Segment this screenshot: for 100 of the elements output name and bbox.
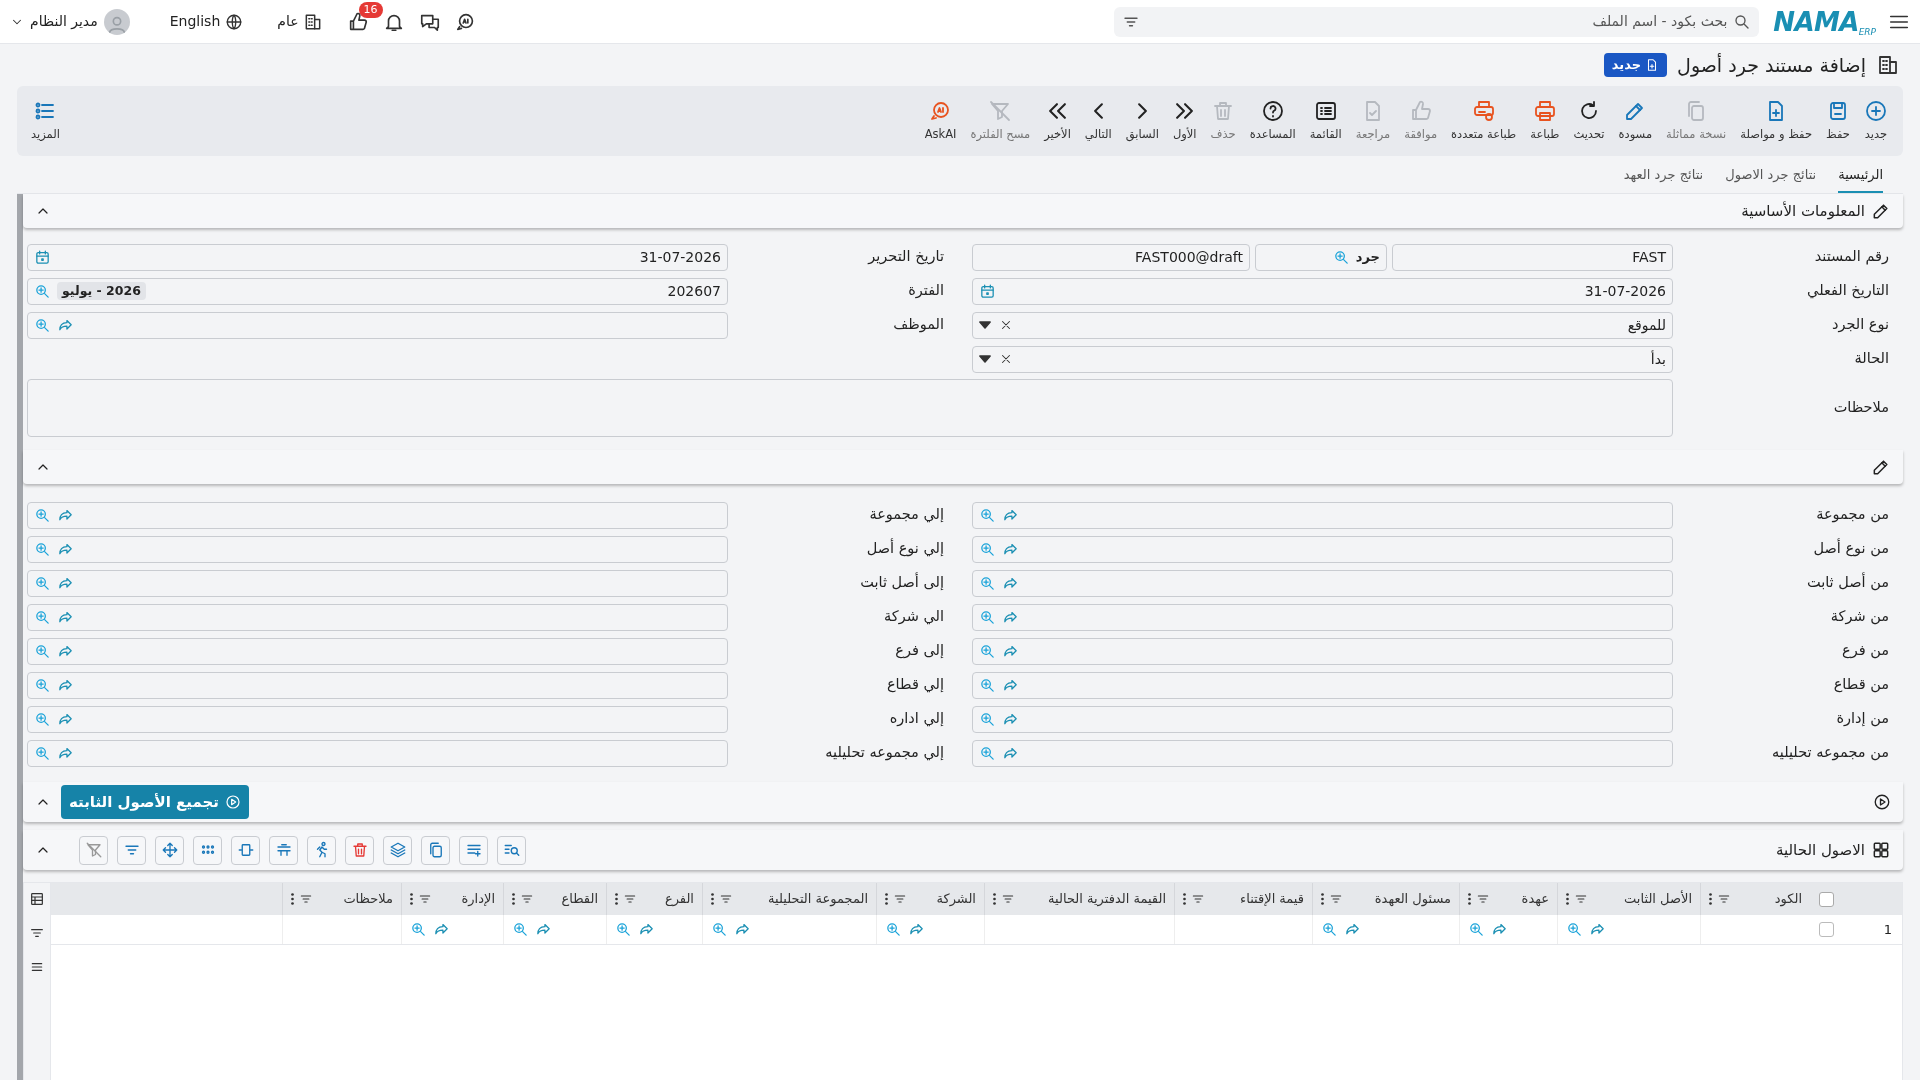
- input-field[interactable]: [27, 311, 728, 339]
- column-menu-icon[interactable]: [1468, 893, 1471, 905]
- search-plus-icon: [979, 744, 996, 762]
- input-field[interactable]: [972, 739, 1673, 767]
- column-menu-icon[interactable]: [410, 893, 413, 905]
- field-label: من مجموعة: [1815, 505, 1890, 525]
- logo-text: NAMA: [1773, 8, 1859, 35]
- more-button[interactable]: المزيد: [25, 98, 66, 144]
- search-plus-icon: [979, 506, 996, 524]
- tab[interactable]: نتائج جرد العهد: [1623, 164, 1704, 193]
- grid-tool-button[interactable]: [383, 835, 412, 865]
- column-menu-icon[interactable]: [615, 893, 618, 905]
- row-checkbox[interactable]: [1819, 922, 1834, 937]
- column-header[interactable]: عهدة: [1459, 883, 1557, 915]
- search-plus-icon: [979, 642, 996, 660]
- grid-tool-button[interactable]: [307, 835, 336, 865]
- column-header[interactable]: الإدارة: [401, 883, 503, 915]
- print-button[interactable]: طباعة: [1523, 98, 1567, 144]
- dropdown-field[interactable]: للموقع: [972, 311, 1673, 339]
- collect-assets-button[interactable]: تجميع الأصول الثابته: [61, 785, 249, 819]
- input-field[interactable]: [972, 535, 1673, 563]
- edit-icon: [1871, 457, 1891, 477]
- field-label: نوع الجرد: [1830, 315, 1890, 335]
- draft-button[interactable]: مسودة: [1611, 98, 1660, 144]
- grid-tool-button[interactable]: [421, 835, 450, 865]
- input-field[interactable]: [972, 705, 1673, 733]
- select-all-checkbox[interactable]: [1819, 891, 1834, 907]
- new-button[interactable]: جديد: [1857, 98, 1895, 144]
- column-menu-icon[interactable]: [993, 893, 996, 905]
- branch-button[interactable]: عام: [277, 11, 323, 32]
- input-field[interactable]: [972, 569, 1673, 597]
- search-bar[interactable]: بحث بكود - اسم الملف: [1114, 6, 1760, 37]
- input-field[interactable]: [27, 603, 728, 631]
- grid-tool-button[interactable]: [459, 835, 488, 865]
- grid-tool-button[interactable]: [497, 835, 526, 865]
- dropdown-caret-icon: [979, 353, 991, 365]
- input-field[interactable]: [27, 637, 728, 665]
- list-button[interactable]: القائمة: [1302, 98, 1349, 144]
- edit-icon: [1871, 201, 1891, 221]
- save-button[interactable]: حفظ: [1819, 98, 1857, 144]
- dropdown-field[interactable]: بدأ: [972, 345, 1673, 373]
- column-menu-icon[interactable]: [1183, 893, 1186, 905]
- search-plus-icon: [34, 608, 51, 626]
- search-field[interactable]: بحث بكود - اسم الملف: [1146, 11, 1728, 32]
- column-header[interactable]: مسئول العهدة: [1312, 883, 1459, 915]
- input-field[interactable]: [27, 501, 728, 529]
- draft-number-field[interactable]: FAST000@draft: [972, 243, 1250, 271]
- input-field[interactable]: [972, 501, 1673, 529]
- language-button[interactable]: English: [169, 11, 244, 32]
- column-header[interactable]: ملاحظات: [282, 883, 401, 915]
- search-plus-icon: [1332, 248, 1350, 266]
- save-continue-button[interactable]: حفظ و مواصلة: [1733, 98, 1819, 144]
- input-field[interactable]: [972, 671, 1673, 699]
- first-button[interactable]: الأول: [1165, 98, 1204, 144]
- column-menu-icon[interactable]: [1321, 893, 1324, 905]
- grid-tool-button[interactable]: [155, 835, 184, 865]
- field-label: ملاحظات: [1832, 398, 1890, 418]
- column-menu-icon[interactable]: [291, 893, 294, 905]
- column-header[interactable]: المجموعة التحليلية: [702, 883, 876, 915]
- date-field[interactable]: 31-07-2026: [972, 277, 1673, 305]
- column-header[interactable]: القيمة الدفترية الحالية: [984, 883, 1174, 915]
- grid-tool-button[interactable]: [345, 835, 374, 865]
- column-header[interactable]: الفرع: [606, 883, 702, 915]
- field-label: من أصل ثابت: [1805, 572, 1890, 593]
- column-header[interactable]: الكود: [1700, 883, 1810, 915]
- grid-tool-button[interactable]: [117, 835, 146, 865]
- last-button[interactable]: الأخير: [1037, 98, 1078, 144]
- previous-button[interactable]: السابق: [1118, 98, 1166, 144]
- refresh-button[interactable]: تحديث: [1566, 98, 1612, 144]
- column-menu-icon[interactable]: [1709, 893, 1712, 905]
- column-header[interactable]: قيمة الإقتناء: [1174, 883, 1312, 915]
- column-menu-icon[interactable]: [711, 893, 714, 905]
- input-field[interactable]: [27, 535, 728, 563]
- grid-tool-button[interactable]: [269, 835, 298, 865]
- input-field[interactable]: [27, 569, 728, 597]
- column-header[interactable]: الأصل الثابت: [1557, 883, 1700, 915]
- document-number-field[interactable]: FAST: [1392, 243, 1673, 271]
- double-chevron-icon: [1049, 102, 1066, 119]
- tab[interactable]: نتائج جرد الاصول: [1725, 164, 1817, 193]
- document-type-field[interactable]: جرد: [1255, 243, 1387, 271]
- column-menu-icon[interactable]: [512, 893, 515, 905]
- search-plus-icon: [34, 282, 51, 300]
- input-field[interactable]: [27, 705, 728, 733]
- ask-ai-button[interactable]: AskAI: [917, 98, 964, 144]
- multi-print-button[interactable]: طباعة متعددة: [1444, 98, 1524, 144]
- date-field[interactable]: 31-07-2026: [27, 243, 728, 271]
- column-menu-icon[interactable]: [1566, 893, 1569, 905]
- grid-tool-button[interactable]: [193, 835, 222, 865]
- column-header[interactable]: القطاع: [503, 883, 606, 915]
- next-button[interactable]: التالي: [1077, 98, 1119, 144]
- input-field[interactable]: [972, 637, 1673, 665]
- grid-tool-button[interactable]: [231, 835, 260, 865]
- help-button[interactable]: المساعدة: [1242, 98, 1303, 144]
- user-menu[interactable]: مدير النظام: [10, 8, 130, 35]
- column-header[interactable]: الشركة: [876, 883, 984, 915]
- grid-tool-button[interactable]: [79, 835, 108, 865]
- column-menu-icon[interactable]: [885, 893, 888, 905]
- input-field[interactable]: [27, 739, 728, 767]
- input-field[interactable]: [972, 603, 1673, 631]
- input-field[interactable]: [27, 671, 728, 699]
